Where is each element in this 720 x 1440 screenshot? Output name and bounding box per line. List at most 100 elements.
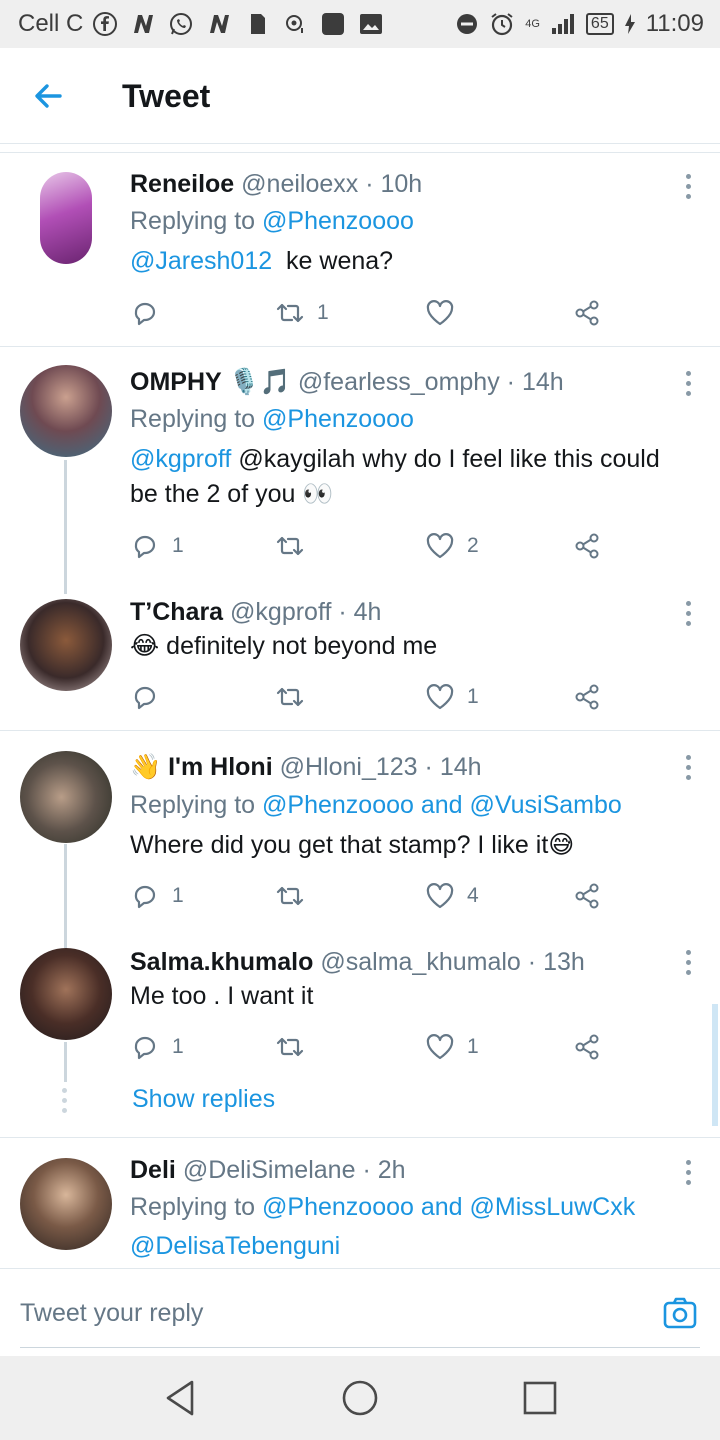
retweet-button[interactable] xyxy=(275,680,317,714)
avatar[interactable] xyxy=(20,751,112,843)
mention-link[interactable]: @Phenzoooo and @MissLuwCxk xyxy=(262,1193,635,1221)
mention-link[interactable]: @Phenzoooo and @VusiSambo xyxy=(262,791,622,819)
reply-button[interactable]: 1 xyxy=(130,879,184,913)
show-replies-link[interactable]: Show replies xyxy=(132,1085,275,1114)
tweet-body-text: definitely not beyond me xyxy=(166,632,438,660)
tweet-time: 10h xyxy=(380,170,423,198)
page-title: Tweet xyxy=(122,78,211,114)
avatar[interactable] xyxy=(20,365,112,457)
more-vertical-icon[interactable] xyxy=(682,601,694,629)
replying-prefix: Replying to xyxy=(130,791,256,819)
tweet-header: T’Chara @kgproff · 4h xyxy=(130,598,382,626)
author-handle: @salma_khumalo xyxy=(320,948,521,976)
author-name[interactable]: T’Chara xyxy=(130,598,223,626)
more-vertical-icon[interactable] xyxy=(682,950,694,978)
reply-button[interactable]: 1 xyxy=(130,1030,184,1064)
mention-link[interactable]: @DelisaTebenguni xyxy=(130,1232,340,1260)
home-nav-icon[interactable] xyxy=(340,1378,380,1418)
whatsapp-icon xyxy=(170,13,192,35)
share-button[interactable] xyxy=(572,296,602,330)
tweet-body-text: Where did you get that stamp? I like it😅 xyxy=(130,831,575,859)
mention-link[interactable]: @Jaresh012 xyxy=(130,247,272,275)
author-name[interactable]: Deli xyxy=(130,1156,176,1184)
mention-link[interactable]: @kgproff xyxy=(130,445,231,473)
share-button[interactable] xyxy=(572,1030,602,1064)
reply-count: 1 xyxy=(172,884,184,907)
author-name[interactable]: Salma.khumalo xyxy=(130,948,313,976)
retweet-button[interactable] xyxy=(275,1030,317,1064)
tweet-time: 13h xyxy=(543,948,585,976)
more-vertical-icon[interactable] xyxy=(682,371,694,399)
more-vertical-icon[interactable] xyxy=(682,174,694,202)
tweet-actions: 1 xyxy=(130,680,610,714)
tweet-item[interactable]: OMPHY 🎙️🎵 @fearless_omphy · 14h Replying… xyxy=(0,347,720,577)
author-name[interactable]: Reneiloe xyxy=(130,170,234,198)
like-button[interactable]: 1 xyxy=(425,680,479,714)
reply-button[interactable] xyxy=(130,296,172,330)
tweet-actions: 1 1 xyxy=(130,1030,610,1064)
retweet-button[interactable] xyxy=(275,529,317,563)
avatar[interactable] xyxy=(20,599,112,691)
tweet-emoji: 😂 xyxy=(130,632,160,660)
like-button[interactable]: 2 xyxy=(425,529,479,563)
mention-link[interactable]: @Phenzoooo xyxy=(262,405,414,433)
replying-to: Replying to @Phenzoooo and @VusiSambo xyxy=(130,791,622,820)
avatar[interactable] xyxy=(20,1158,112,1250)
tweet-time: 2h xyxy=(377,1156,406,1184)
reply-bubble-icon xyxy=(134,302,156,326)
author-name[interactable]: OMPHY xyxy=(130,368,222,396)
do-not-disturb-icon xyxy=(457,14,478,34)
like-count: 1 xyxy=(467,1035,479,1058)
tweet-time: 14h xyxy=(439,753,482,781)
share-button[interactable] xyxy=(572,529,602,563)
tweet-item[interactable]: Reneiloe @neiloexx · 10h Replying to @Ph… xyxy=(0,152,720,346)
more-vertical-icon[interactable] xyxy=(682,1160,694,1188)
carrier-name: Cell C xyxy=(18,10,84,37)
mention-link[interactable]: @Phenzoooo xyxy=(262,207,414,235)
reply-input[interactable]: Tweet your reply xyxy=(20,1299,203,1328)
heart-icon xyxy=(426,684,454,710)
thread-dots xyxy=(62,1088,68,1118)
retweet-button[interactable]: 1 xyxy=(275,296,329,330)
reply-bubble-icon xyxy=(134,885,156,909)
like-count: 2 xyxy=(467,534,479,557)
reply-button[interactable] xyxy=(130,680,172,714)
author-handle: @fearless_omphy xyxy=(297,368,500,396)
share-button[interactable] xyxy=(572,680,602,714)
reply-bubble-icon xyxy=(134,686,156,710)
replying-to: Replying to @Phenzoooo xyxy=(130,405,414,434)
tweet-item[interactable]: T’Chara @kgproff · 4h 😂 definitely not b… xyxy=(0,577,720,729)
like-button[interactable]: 1 xyxy=(425,1030,479,1064)
reply-button[interactable]: 1 xyxy=(130,529,184,563)
tweet-time: 4h xyxy=(353,598,382,626)
tweet-time: 14h xyxy=(521,368,564,396)
like-button[interactable]: 4 xyxy=(425,879,479,913)
scrollbar[interactable] xyxy=(712,1004,718,1126)
retweet-button[interactable] xyxy=(275,879,317,913)
name-emoji: 🎙️🎵 xyxy=(228,368,291,396)
share-icon xyxy=(575,300,599,326)
author-handle: @neiloexx xyxy=(241,170,359,198)
avatar[interactable] xyxy=(40,172,92,264)
tweet-item[interactable]: Deli @DeliSimelane · 2h Replying to @Phe… xyxy=(0,1138,720,1268)
author-name[interactable]: I'm Hloni xyxy=(168,753,273,781)
tweet-header: 👋 I'm Hloni @Hloni_123 · 14h xyxy=(130,753,482,781)
tweet-header: Reneiloe @neiloexx · 10h xyxy=(130,170,423,198)
arrow-left-icon[interactable] xyxy=(28,76,68,116)
battery-level: 65 xyxy=(585,13,614,35)
avatar[interactable] xyxy=(20,948,112,1040)
share-button[interactable] xyxy=(572,879,602,913)
like-button[interactable] xyxy=(425,296,467,330)
tweet-item[interactable]: 👋 I'm Hloni @Hloni_123 · 14h Replying to… xyxy=(0,731,720,939)
recents-nav-icon[interactable] xyxy=(520,1378,560,1418)
system-navigation-bar xyxy=(0,1356,720,1440)
tweet-item[interactable]: Salma.khumalo @salma_khumalo · 13h Me to… xyxy=(0,928,720,1078)
top-bar: Tweet xyxy=(0,48,720,144)
back-nav-icon[interactable] xyxy=(160,1378,200,1418)
retweet-count: 1 xyxy=(317,301,329,324)
more-vertical-icon[interactable] xyxy=(682,755,694,783)
clock: 11:09 xyxy=(645,10,704,37)
camera-icon[interactable] xyxy=(662,1295,698,1331)
reply-composer: Tweet your reply xyxy=(0,1268,720,1356)
name-emoji: 👋 xyxy=(130,753,162,781)
